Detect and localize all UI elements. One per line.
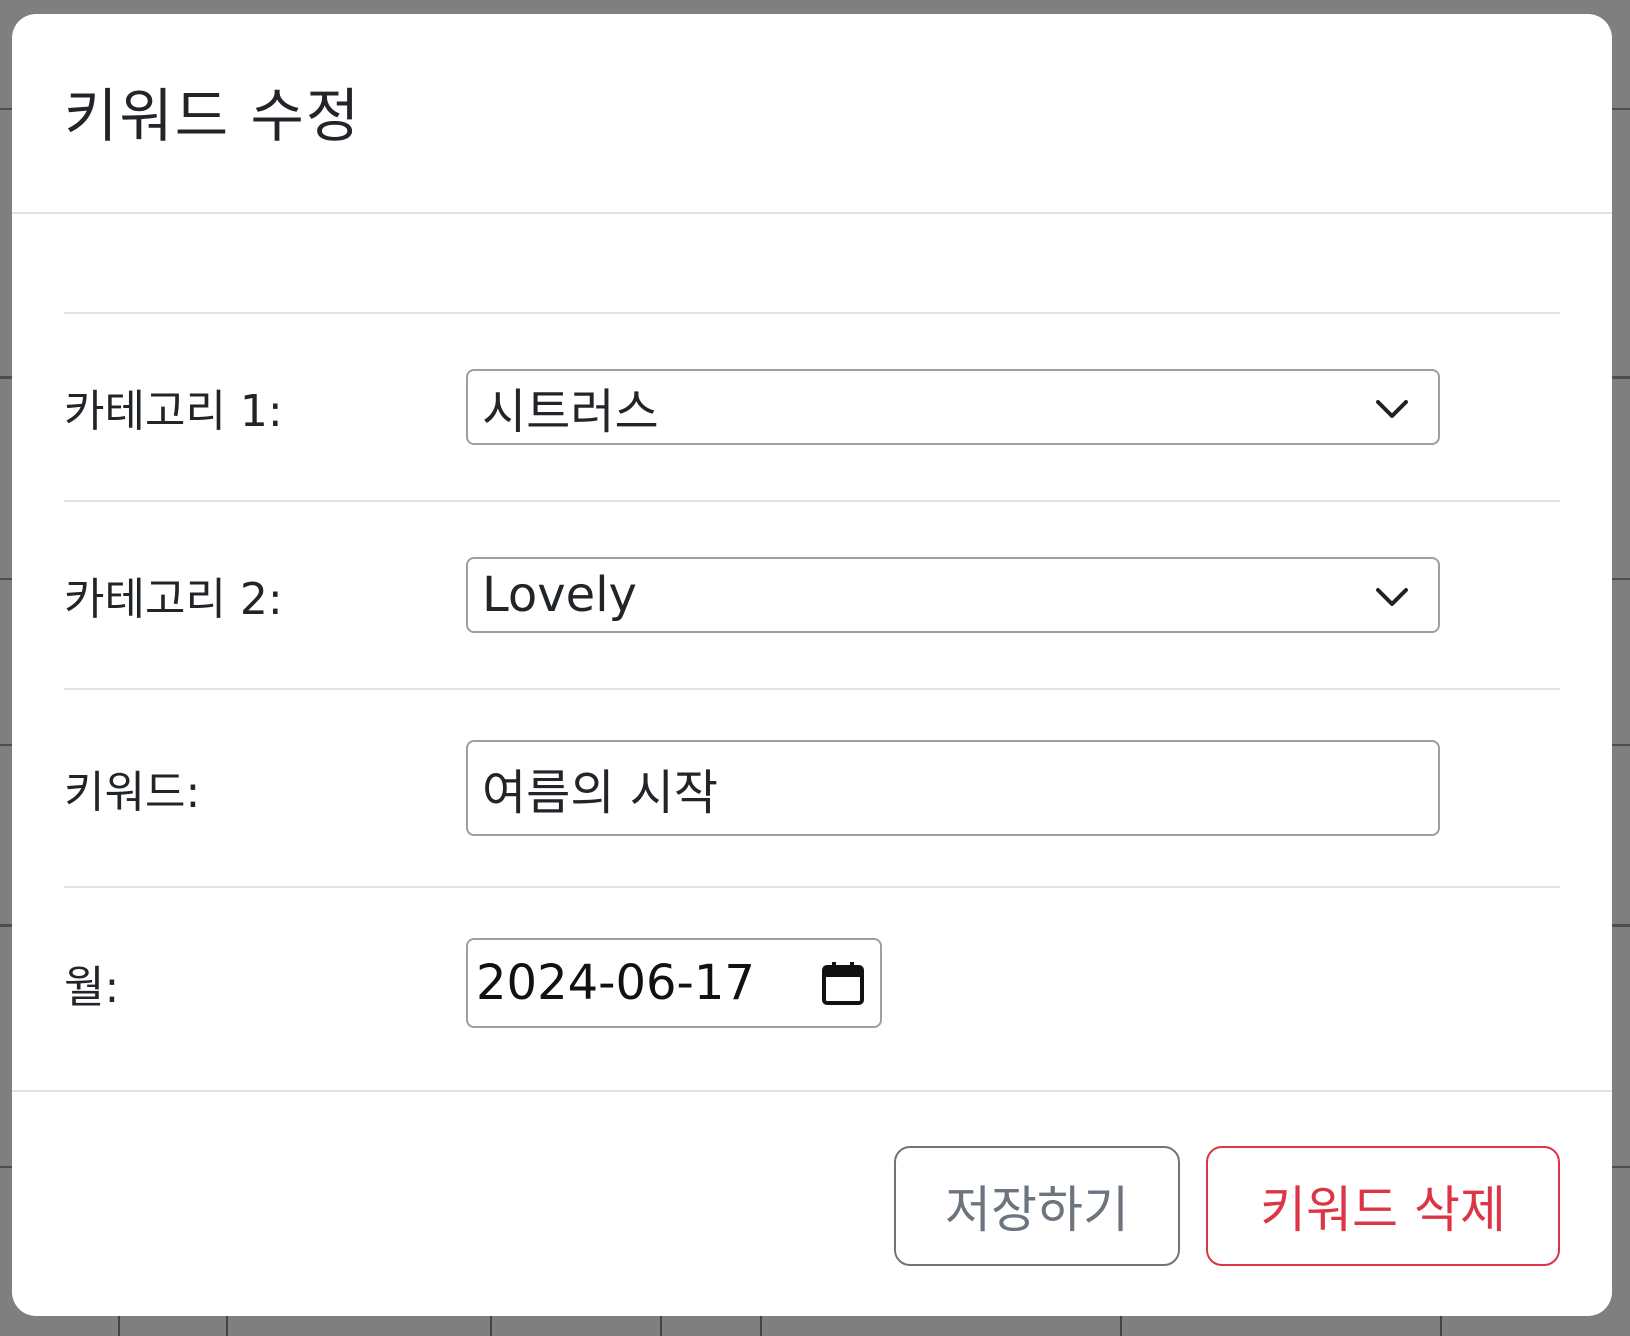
edit-keyword-modal: 키워드 수정 카테고리 1: 시트러스 카테고리 2: Lovely 키워드: … <box>12 14 1612 1316</box>
month-date-input[interactable]: 2024-06-17 <box>466 938 882 1028</box>
modal-title: 키워드 수정 <box>64 82 362 150</box>
keyword-label: 키워드: <box>64 767 201 818</box>
calendar-icon[interactable] <box>820 960 866 1006</box>
save-button[interactable]: 저장하기 <box>894 1146 1180 1266</box>
modal-footer: 저장하기 키워드 삭제 <box>12 1090 1612 1316</box>
category1-label: 카테고리 1: <box>64 386 283 437</box>
category2-label: 카테고리 2: <box>64 574 283 625</box>
keyword-input-value: 여름의 시작 <box>482 765 719 821</box>
form-row-category2: 카테고리 2: Lovely <box>64 500 1560 688</box>
month-date-value: 2024-06-17 <box>476 955 755 1011</box>
category1-select[interactable]: 시트러스 <box>466 369 1440 445</box>
chevron-down-icon <box>1376 588 1408 606</box>
keyword-input[interactable]: 여름의 시작 <box>466 740 1440 836</box>
category2-select[interactable]: Lovely <box>466 557 1440 633</box>
keyword-form: 카테고리 1: 시트러스 카테고리 2: Lovely 키워드: 여름의 시작 … <box>64 312 1560 1078</box>
form-row-keyword: 키워드: 여름의 시작 <box>64 688 1560 886</box>
chevron-down-icon <box>1376 400 1408 418</box>
form-row-category1: 카테고리 1: 시트러스 <box>64 312 1560 500</box>
category1-selected-value: 시트러스 <box>482 384 659 440</box>
delete-keyword-button[interactable]: 키워드 삭제 <box>1206 1146 1560 1266</box>
category2-selected-value: Lovely <box>482 567 637 623</box>
modal-header: 키워드 수정 <box>12 14 1612 214</box>
month-label: 월: <box>64 962 120 1013</box>
modal-body: 카테고리 1: 시트러스 카테고리 2: Lovely 키워드: 여름의 시작 … <box>12 214 1612 1090</box>
form-row-month: 월: 2024-06-17 <box>64 886 1560 1078</box>
